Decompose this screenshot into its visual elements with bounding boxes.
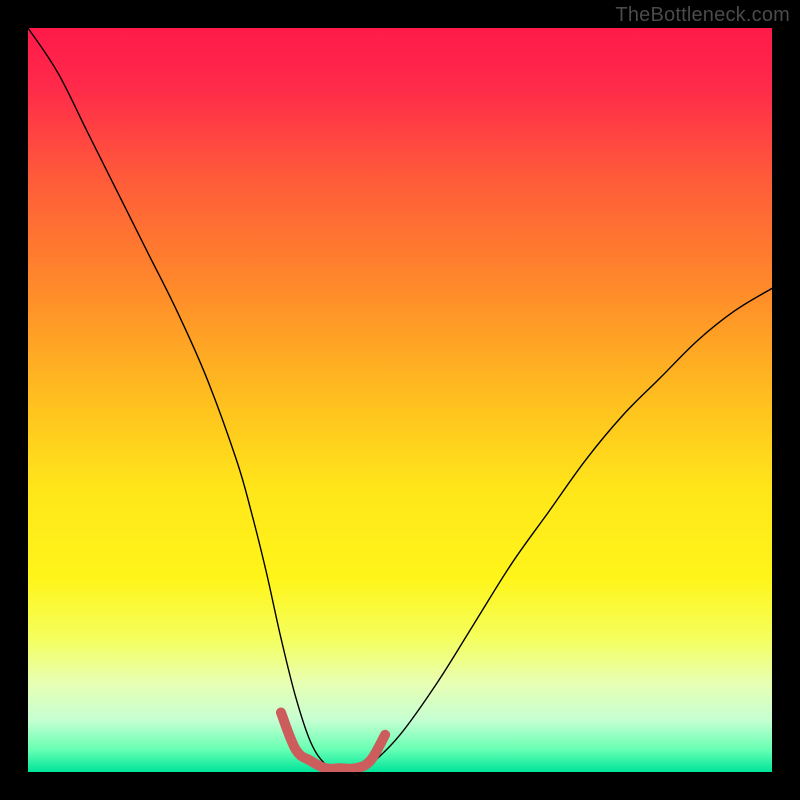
plot-area [28, 28, 772, 772]
gradient-background [28, 28, 772, 772]
watermark-text: TheBottleneck.com [615, 4, 790, 27]
chart-svg [28, 28, 772, 772]
chart-frame: TheBottleneck.com [0, 0, 800, 800]
